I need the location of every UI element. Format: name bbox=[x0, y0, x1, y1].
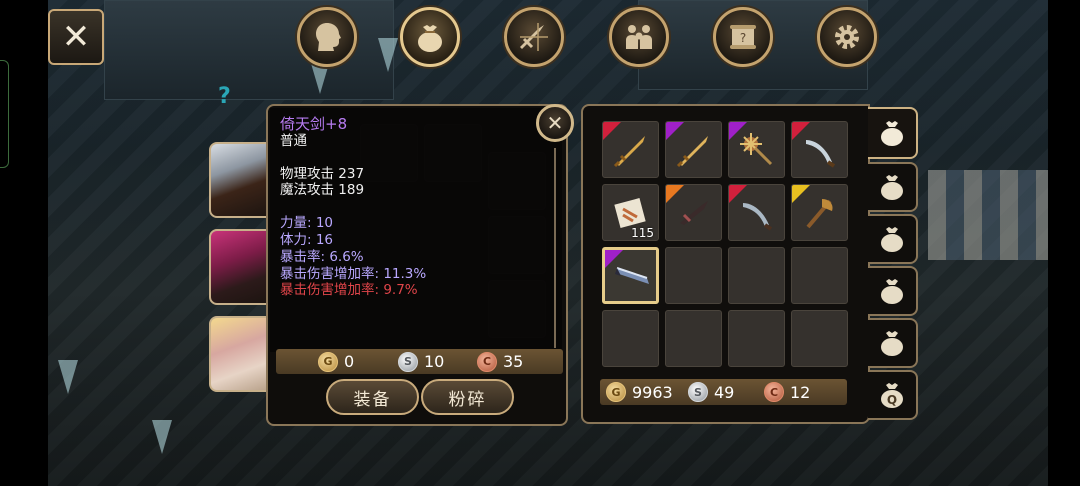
quest-scroll-icon[interactable]: ? bbox=[713, 7, 773, 67]
stat-crit-damage: 暴击伤害增加率: 11.3% bbox=[280, 265, 427, 282]
inventory-slot-spiked-mace[interactable] bbox=[728, 121, 785, 178]
quest-tab-label: Q bbox=[887, 393, 897, 407]
copper-coin-icon: C bbox=[764, 382, 784, 402]
inventory-slot-empty[interactable] bbox=[791, 247, 848, 304]
curved-dagger-icon bbox=[800, 130, 840, 170]
inventory-slot-great-sword[interactable] bbox=[602, 247, 659, 304]
inventory-slot-golden-sword[interactable] bbox=[602, 121, 659, 178]
gold-coin-icon: G bbox=[606, 382, 626, 402]
inventory-slot-recipe-scroll[interactable]: 115 bbox=[602, 184, 659, 241]
tooltip-scrollbar[interactable] bbox=[554, 148, 556, 348]
inventory-slot-empty[interactable] bbox=[665, 247, 722, 304]
bag-icon bbox=[881, 227, 903, 252]
character-portrait-blonde-hair[interactable] bbox=[209, 316, 271, 392]
magic-attack-stat: 魔法攻击 189 bbox=[280, 182, 365, 199]
item-name: 倚天剑+8 bbox=[280, 115, 348, 133]
side-drawer-handle[interactable] bbox=[0, 60, 9, 168]
tooltip-close-button[interactable]: ✕ bbox=[536, 104, 574, 142]
inventory-slot-empty[interactable] bbox=[791, 310, 848, 367]
money-bar: G 9963 S 49 C 12 bbox=[600, 379, 847, 405]
character-head-icon[interactable] bbox=[297, 7, 357, 67]
bag-tab-1[interactable] bbox=[868, 107, 918, 159]
party-icon[interactable] bbox=[609, 7, 669, 67]
inventory-slot-empty[interactable] bbox=[665, 310, 722, 367]
inventory-slot-curved-dagger-2[interactable] bbox=[728, 184, 785, 241]
spiked-mace-icon bbox=[737, 130, 777, 170]
stat-crit-rate: 暴击率: 6.6% bbox=[280, 248, 364, 265]
copper-coin-icon: C bbox=[477, 351, 497, 372]
bronze-axe-icon bbox=[800, 193, 840, 233]
quest-bag-tab[interactable]: Q bbox=[868, 370, 918, 420]
skills-sword-icon[interactable] bbox=[504, 7, 564, 67]
item-tooltip: 倚天剑+8 普通 物理攻击 237 魔法攻击 189 力量: 10 体力: 16… bbox=[270, 108, 562, 352]
golden-sword-2-icon bbox=[674, 130, 714, 170]
inventory-slot-empty[interactable] bbox=[602, 310, 659, 367]
bag-tab-5[interactable] bbox=[868, 318, 918, 368]
screen-right-bezel bbox=[1048, 0, 1080, 486]
character-portrait-white-hair[interactable] bbox=[209, 142, 271, 218]
crystal-decoration bbox=[58, 360, 78, 394]
bag-tab-4[interactable] bbox=[868, 266, 918, 316]
crystal-decoration bbox=[152, 420, 172, 454]
inventory-slot-dark-blade[interactable] bbox=[665, 184, 722, 241]
dark-blade-icon bbox=[674, 193, 714, 233]
market-stall-awning bbox=[928, 170, 1048, 260]
item-quantity: 115 bbox=[631, 226, 654, 240]
great-sword-icon bbox=[613, 258, 653, 298]
gold-amount: 9963 bbox=[632, 382, 673, 402]
bag-icon bbox=[881, 175, 903, 200]
item-quality: 普通 bbox=[280, 132, 307, 149]
inventory-slot-bronze-axe[interactable] bbox=[791, 184, 848, 241]
cost-silver-value: 10 bbox=[424, 352, 445, 371]
physical-attack-stat: 物理攻击 237 bbox=[280, 165, 365, 182]
settings-gear-icon[interactable] bbox=[817, 7, 877, 67]
inventory-slot-empty[interactable] bbox=[728, 310, 785, 367]
curved-dagger-2-icon bbox=[737, 193, 777, 233]
inventory-slot-golden-sword-2[interactable] bbox=[665, 121, 722, 178]
silver-coin-icon: S bbox=[688, 382, 708, 402]
silver-coin-icon: S bbox=[398, 351, 418, 372]
bag-icon bbox=[881, 121, 903, 146]
quest-bag-icon: Q bbox=[881, 383, 903, 408]
equip-button[interactable]: 装备 bbox=[326, 379, 419, 415]
golden-sword-icon bbox=[611, 130, 651, 170]
stat-crit-damage-bonus: 暴击伤害增加率: 9.7% bbox=[280, 282, 418, 299]
smash-button[interactable]: 粉碎 bbox=[421, 379, 514, 415]
svg-text:?: ? bbox=[740, 31, 746, 45]
stat-stamina: 体力: 16 bbox=[280, 231, 334, 248]
quest-marker-icon[interactable]: ? bbox=[218, 84, 231, 109]
bag-tab-2[interactable] bbox=[868, 162, 918, 212]
crystal-decoration bbox=[378, 38, 398, 72]
character-portrait-pink-hair[interactable] bbox=[209, 229, 271, 305]
stat-strength: 力量: 10 bbox=[280, 215, 334, 232]
inventory-slot-curved-dagger[interactable] bbox=[791, 121, 848, 178]
bag-icon bbox=[881, 279, 903, 304]
bag-tab-3[interactable] bbox=[868, 214, 918, 264]
smash-cost-bar: G 0 S 10 C 35 bbox=[276, 349, 563, 374]
gold-coin-icon: G bbox=[318, 351, 338, 372]
copper-amount: 12 bbox=[790, 382, 811, 402]
cost-gold-value: 0 bbox=[344, 352, 355, 371]
bag-icon bbox=[881, 331, 903, 356]
silver-amount: 49 bbox=[714, 382, 735, 402]
cost-copper-value: 35 bbox=[503, 352, 524, 371]
close-menu-button[interactable]: ✕ bbox=[48, 9, 104, 65]
inventory-slot-empty[interactable] bbox=[728, 247, 785, 304]
bag-icon[interactable] bbox=[400, 7, 460, 67]
